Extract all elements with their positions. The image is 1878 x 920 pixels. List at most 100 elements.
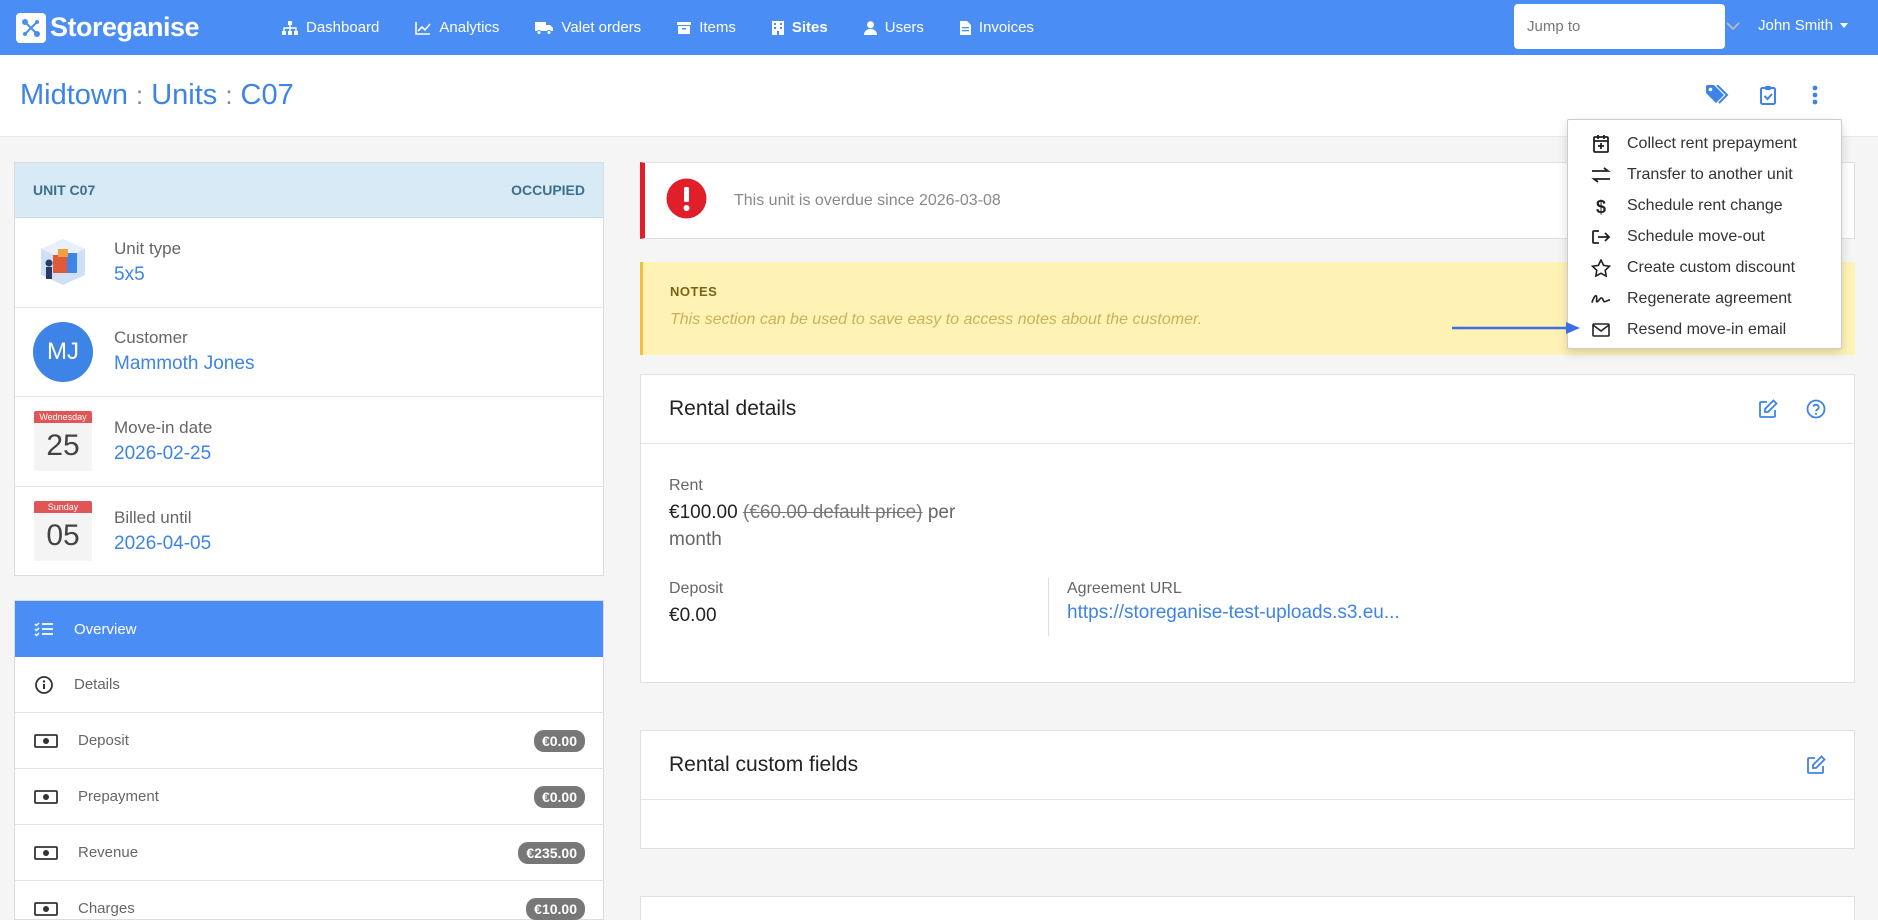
alert-message: This unit is overdue since 2026-03-08 (734, 191, 1001, 209)
rent-value-line: €100.00 (€60.00 default price) per month (669, 499, 999, 553)
panel-title: Rental custom fields (669, 753, 859, 776)
jump-to-input[interactable] (1514, 4, 1726, 49)
signature-icon (1591, 294, 1611, 303)
nav-analytics[interactable]: Analytics (415, 19, 499, 36)
breadcrumb: Midtown : Units : C07 (20, 79, 294, 112)
top-navbar: Storeganise Dashboard Analytics Valet or… (0, 0, 1878, 55)
deposit-value: €0.00 (669, 605, 717, 626)
unit-type-label: Unit type (114, 238, 182, 258)
side-menu-deposit[interactable]: Deposit €0.00 (15, 713, 603, 769)
menu-item-resend-move-in-email[interactable]: Resend move-in email (1568, 314, 1841, 345)
exclamation-circle-icon (666, 178, 707, 224)
nav-label: Analytics (439, 19, 500, 36)
menu-item-label: Collect rent prepayment (1627, 134, 1797, 152)
brand-name: Storeganise (50, 12, 200, 42)
side-menu-charges[interactable]: Charges €10.00 (15, 881, 603, 920)
calendar-plus-icon (1593, 134, 1609, 153)
pointer-arrow-icon (1452, 322, 1580, 334)
count-badge: €0.00 (533, 729, 585, 752)
customer-name-link[interactable]: Mammoth Jones (114, 353, 254, 375)
billed-until-label: Billed until (114, 507, 192, 527)
rent-label: Rent (669, 477, 703, 494)
customer-label: Customer (114, 328, 188, 348)
user-menu[interactable]: John Smith (1758, 17, 1849, 34)
envelope-icon (1592, 322, 1610, 337)
nav-label: Items (699, 19, 736, 36)
jump-to-select[interactable] (1514, 4, 1740, 49)
nav-dashboard[interactable]: Dashboard (282, 19, 379, 36)
unit-status-badge: OCCUPIED (511, 182, 585, 198)
agreement-url-link[interactable]: https://storeganise-test-uploads.s3.eu..… (1067, 602, 1400, 624)
menu-item-label: Regenerate agreement (1627, 289, 1792, 307)
count-badge: €0.00 (533, 785, 585, 808)
nav-invoices[interactable]: Invoices (959, 19, 1034, 36)
breadcrumb-site[interactable]: Midtown (20, 79, 128, 112)
menu-item-regenerate-agreement[interactable]: Regenerate agreement (1568, 283, 1841, 314)
side-menu-prepayment[interactable]: Prepayment €0.00 (15, 769, 603, 825)
panel-title: Rental details (669, 397, 797, 420)
count-badge: €10.00 (526, 897, 585, 920)
side-menu-label: Deposit (78, 732, 129, 749)
edit-icon[interactable] (1758, 399, 1778, 425)
money-bill-icon (34, 845, 58, 860)
side-menu-details[interactable]: Details (15, 657, 603, 713)
side-menu-label: Charges (78, 900, 135, 917)
tags-icon[interactable] (1706, 84, 1730, 110)
menu-item-label: Schedule rent change (1627, 196, 1783, 214)
sitemap-icon (282, 20, 298, 35)
next-panel (640, 896, 1855, 920)
nav-label: Sites (791, 19, 828, 36)
user-name: John Smith (1758, 17, 1834, 34)
agreement-url-label: Agreement URL (1067, 580, 1182, 597)
side-menu-label: Prepayment (78, 788, 159, 805)
unit-side-menu: Overview Details Deposit €0.00 Prepaymen… (14, 600, 604, 920)
chart-line-icon (415, 21, 432, 35)
nav-users[interactable]: Users (863, 19, 924, 36)
nav-sites[interactable]: Sites (771, 19, 828, 36)
truck-icon (535, 21, 554, 35)
clipboard-check-icon[interactable] (1760, 85, 1776, 110)
side-menu-revenue[interactable]: Revenue €235.00 (15, 825, 603, 881)
move-in-label: Move-in date (114, 417, 213, 437)
breadcrumb-units[interactable]: Units (151, 79, 217, 112)
menu-item-collect-rent-prepayment[interactable]: Collect rent prepayment (1568, 128, 1841, 159)
billed-until-value[interactable]: 2026-04-05 (114, 533, 211, 555)
money-bill-icon (34, 789, 58, 804)
help-circle-icon[interactable] (1806, 399, 1826, 425)
side-menu-overview[interactable]: Overview (15, 601, 603, 657)
menu-item-transfer-unit[interactable]: Transfer to another unit (1568, 159, 1841, 190)
nav-label: Dashboard (306, 19, 380, 36)
calendar-day: 05 (46, 519, 80, 553)
billed-until-row: Sunday 05 Billed until 2026-04-05 (15, 487, 603, 577)
nav-items[interactable]: Items (677, 19, 736, 36)
calendar-icon: Wednesday 25 (34, 411, 92, 472)
nav-valet-orders[interactable]: Valet orders (535, 19, 641, 36)
move-in-value[interactable]: 2026-02-25 (114, 443, 212, 465)
ellipsis-vertical-icon[interactable] (1812, 85, 1818, 110)
star-icon (1591, 258, 1611, 277)
rental-custom-fields-header: Rental custom fields (641, 731, 1854, 800)
edit-icon[interactable] (1806, 755, 1826, 781)
breadcrumb-separator: : (225, 80, 233, 110)
deposit-label: Deposit (669, 580, 724, 597)
count-badge: €235.00 (518, 841, 585, 864)
menu-item-schedule-move-out[interactable]: Schedule move-out (1568, 221, 1841, 252)
menu-item-create-custom-discount[interactable]: Create custom discount (1568, 252, 1841, 283)
brand[interactable]: Storeganise (16, 12, 256, 43)
agreement-url-field: Agreement URL https://storeganise-test-u… (1067, 580, 1400, 624)
rental-details-header: Rental details (641, 375, 1854, 444)
user-icon (863, 20, 877, 35)
dollar-icon: $ (1596, 197, 1606, 215)
side-menu-label: Details (74, 676, 120, 693)
unit-type-illustration-icon (33, 232, 93, 292)
tasks-icon (34, 622, 53, 637)
unit-type-value[interactable]: 5x5 (114, 264, 181, 286)
menu-item-label: Transfer to another unit (1627, 165, 1793, 183)
unit-type-row: Unit type 5x5 (15, 218, 603, 308)
unit-summary-header: UNIT C07 OCCUPIED (15, 163, 603, 218)
storeganise-logo-icon (16, 12, 46, 43)
chevron-down-icon[interactable] (1726, 22, 1740, 31)
menu-item-schedule-rent-change[interactable]: $ Schedule rent change (1568, 190, 1841, 221)
rental-details-panel: Rental details Rent €100.00 (€60.00 defa… (640, 374, 1855, 683)
menu-item-label: Schedule move-out (1627, 227, 1765, 245)
